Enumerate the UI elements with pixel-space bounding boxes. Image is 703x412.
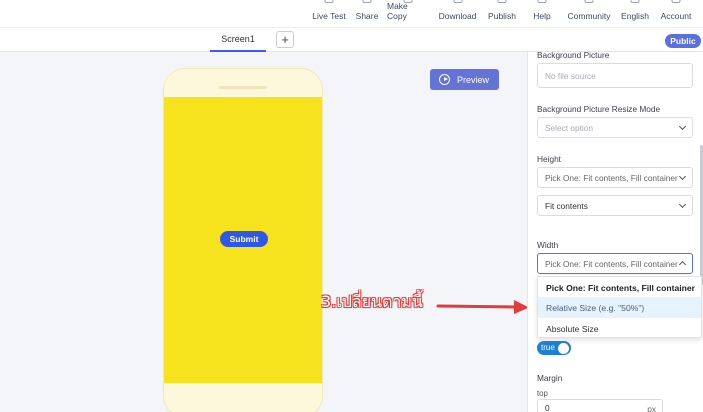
publish-icon (497, 0, 507, 3)
margin-top-input[interactable]: 0 px (537, 399, 663, 412)
chevron-down-icon (678, 172, 687, 181)
tab-screen1[interactable]: Screen1 (210, 28, 266, 52)
public-badge[interactable]: Public (665, 34, 701, 48)
phone-screen[interactable]: Submit (164, 97, 322, 383)
margin-label: Margin (537, 373, 563, 383)
live-test-icon (324, 0, 334, 3)
help-icon (537, 0, 547, 3)
account-icon (671, 0, 681, 3)
width-dropdown-menu: Pick One: Fit contents, Fill container R… (537, 276, 702, 338)
play-icon (439, 74, 450, 85)
resize-mode-select[interactable]: Select option (537, 117, 693, 138)
download-button[interactable]: Download (437, 0, 478, 27)
chevron-down-icon (678, 122, 687, 131)
toggle-knob (558, 342, 569, 354)
globe-icon (630, 0, 640, 3)
account-button[interactable]: Account (659, 0, 693, 27)
dropdown-option-relative-size[interactable]: Relative Size (e.g. "50%") (538, 297, 701, 318)
resize-mode-label: Background Picture Resize Mode (537, 104, 661, 114)
visible-toggle[interactable]: true (537, 341, 571, 355)
screen-tabbar: Screen1 + Public (0, 27, 703, 52)
dropdown-option-absolute-size[interactable]: Absolute Size (538, 318, 701, 339)
community-icon (584, 0, 594, 3)
share-button[interactable]: Share (354, 0, 380, 27)
copy-icon (403, 0, 413, 3)
phone-speaker (219, 86, 267, 89)
add-screen-button[interactable]: + (276, 31, 294, 48)
live-test-button[interactable]: Live Test (311, 0, 347, 27)
phone-frame: Submit (163, 68, 323, 412)
submit-button[interactable]: Submit (220, 231, 268, 247)
annotation-text: 3.เปลี่ยนตามนี้ (321, 292, 423, 311)
chevron-down-icon (678, 200, 687, 209)
preview-button[interactable]: Preview (430, 69, 499, 90)
community-button[interactable]: Community (566, 0, 612, 27)
margin-top-label: top (537, 389, 548, 398)
margin-unit: px (647, 404, 656, 412)
help-button[interactable]: Help (530, 0, 554, 27)
make-copy-button[interactable]: Make Copy (387, 0, 429, 27)
chevron-up-icon (678, 260, 687, 269)
height-label: Height (537, 154, 561, 164)
annotation-arrow-icon (436, 300, 529, 314)
height-mode-select[interactable]: Pick One: Fit contents, Fill container (537, 167, 693, 188)
dropdown-option[interactable]: Pick One: Fit contents, Fill container (538, 277, 701, 298)
publish-button[interactable]: Publish (486, 0, 518, 27)
download-icon (453, 0, 462, 3)
top-toolbar: Live Test Share Make Copy Download Publi… (0, 0, 703, 27)
share-icon (362, 0, 372, 3)
language-button[interactable]: English (620, 0, 650, 27)
bg-picture-field[interactable]: No file source (537, 63, 693, 88)
width-mode-select[interactable]: Pick One: Fit contents, Fill container (537, 253, 693, 274)
width-label: Width (537, 240, 559, 250)
bg-picture-label: Background Picture (537, 50, 610, 60)
height-value-select[interactable]: Fit contents (537, 195, 693, 216)
